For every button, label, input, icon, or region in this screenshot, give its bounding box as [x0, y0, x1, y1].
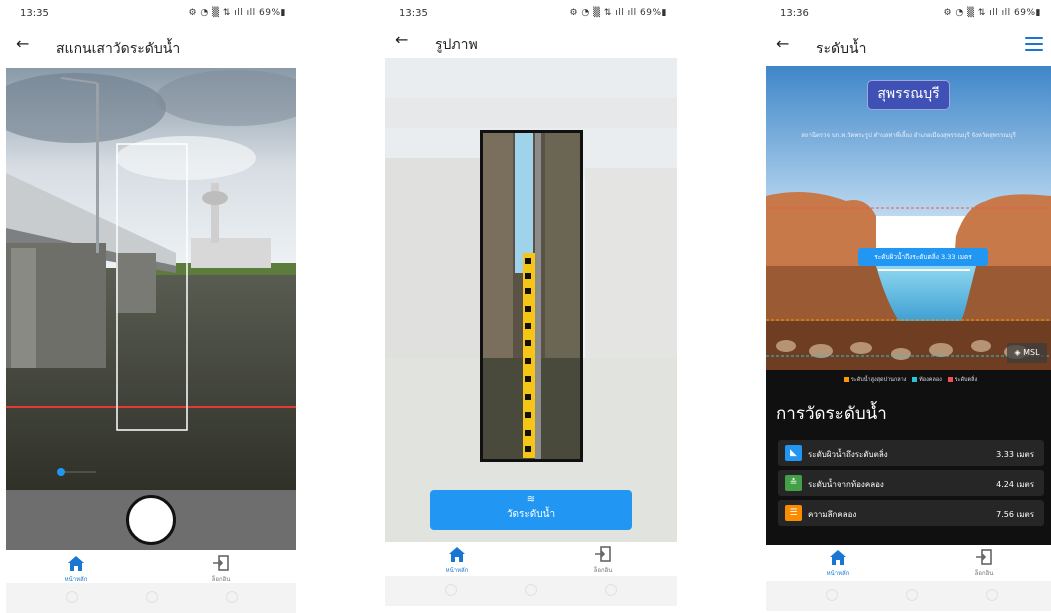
- slope-icon: ◣: [785, 445, 802, 461]
- legend-item: ระดับน้ำสูงสุดปานกลาง: [850, 377, 907, 383]
- photo-preview: [385, 58, 677, 542]
- nav-home[interactable]: หน้าหลัก: [46, 553, 106, 584]
- status-indicators: ⚙ ◔ ▒ ⇅ ıll ıll 69%▮: [569, 8, 667, 18]
- measurement-value: 4.24 เมตร: [996, 480, 1034, 489]
- login-icon: [191, 553, 251, 573]
- nav-login[interactable]: ล็อกอิน: [573, 544, 633, 575]
- measurement-label: ระดับผิวน้ำถึงระดับตลิ่ง: [808, 450, 888, 459]
- screen-scan-staff-gauge: 13:35 ⚙ ◔ ▒ ⇅ ıll ıll 69%▮ ← สแกนเสาวัดร…: [6, 0, 296, 613]
- bottom-nav: หน้าหลัก ล็อกอิน: [385, 542, 677, 578]
- screen-photo: 13:35 ⚙ ◔ ▒ ⇅ ıll ıll 69%▮ ← รูปภาพ ≋ วั…: [385, 0, 677, 613]
- status-indicators: ⚙ ◔ ▒ ⇅ ıll ıll 69%▮: [943, 8, 1041, 18]
- app-bar: ← ระดับน้ำ: [766, 30, 1051, 62]
- login-icon: [573, 544, 633, 564]
- bottom-nav: หน้าหลัก ล็อกอิน: [766, 545, 1051, 581]
- camera-preview[interactable]: [6, 68, 296, 490]
- msl-label: MSL: [1023, 348, 1040, 357]
- measurement-value: 3.33 เมตร: [996, 450, 1034, 459]
- arrow-left-icon[interactable]: ←: [395, 30, 408, 49]
- screen-water-level: 13:36 ⚙ ◔ ▒ ⇅ ıll ıll 69%▮ ← ระดับน้ำ สุ…: [766, 0, 1051, 613]
- measurement-value: 7.56 เมตร: [996, 510, 1034, 519]
- eye-icon: [605, 584, 617, 596]
- status-bar: 13:35 ⚙ ◔ ▒ ⇅ ıll ıll 69%▮: [6, 6, 296, 22]
- status-bar: 13:35 ⚙ ◔ ▒ ⇅ ıll ıll 69%▮: [385, 6, 677, 22]
- measurement-label: ความลึกคลอง: [808, 510, 857, 519]
- river-cross-section: สุพรรณบุรี สถานีตรวจ บก.ท.วัดพระรูป ตำบล…: [766, 66, 1051, 370]
- legend-swatch: [947, 377, 953, 382]
- nav-home[interactable]: หน้าหลัก: [427, 544, 487, 575]
- section-title: การวัดระดับน้ำ: [776, 404, 887, 424]
- status-indicators: ⚙ ◔ ▒ ⇅ ıll ıll 69%▮: [188, 8, 286, 18]
- system-nav-bar: [385, 576, 677, 606]
- nav-login[interactable]: ล็อกอิน: [954, 547, 1014, 578]
- water-level-tooltip: ระดับผิวน้ำถึงระดับตลิ่ง 3.33 เมตร: [858, 248, 988, 266]
- face-icon: [146, 591, 158, 603]
- system-nav-bar: [766, 581, 1051, 611]
- login-icon: [954, 547, 1014, 567]
- eye-icon: [66, 591, 78, 603]
- status-time: 13:35: [20, 8, 49, 19]
- eye-icon: [445, 584, 457, 596]
- home-icon: [46, 553, 106, 573]
- app-bar: ← สแกนเสาวัดระดับน้ำ: [6, 30, 296, 62]
- capture-bar: [6, 490, 296, 550]
- measure-water-level-button[interactable]: ≋ วัดระดับน้ำ: [430, 490, 632, 530]
- home-icon: [808, 547, 868, 567]
- nav-home-label: หน้าหลัก: [445, 567, 469, 574]
- eye-icon: [226, 591, 238, 603]
- water-level-icon: ≛: [785, 475, 802, 491]
- page-title: รูปภาพ: [435, 37, 478, 53]
- shutter-button[interactable]: [126, 495, 176, 545]
- nav-login-label: ล็อกอิน: [593, 567, 613, 574]
- arrow-left-icon[interactable]: ←: [776, 34, 789, 53]
- measurement-row: ☰ ความลึกคลอง 7.56 เมตร: [778, 500, 1044, 526]
- legend: ระดับน้ำสูงสุดปานกลาง ท้องคลอง ระดับตลิ่…: [766, 376, 1051, 384]
- waves-icon: ≋: [526, 494, 536, 505]
- measurement-row: ≛ ระดับน้ำจากท้องคลอง 4.24 เมตร: [778, 470, 1044, 496]
- status-bar: 13:36 ⚙ ◔ ▒ ⇅ ıll ıll 69%▮: [766, 6, 1051, 22]
- app-bar: ← รูปภาพ: [385, 26, 677, 58]
- nav-home-label: หน้าหลัก: [826, 570, 850, 577]
- measurement-label: ระดับน้ำจากท้องคลอง: [808, 480, 884, 489]
- legend-item: ระดับตลิ่ง: [954, 377, 978, 383]
- legend-swatch: [843, 377, 849, 382]
- measure-button-label: วัดระดับน้ำ: [506, 509, 556, 520]
- msl-toggle[interactable]: ◈ MSL: [1007, 343, 1047, 363]
- face-icon: [525, 584, 537, 596]
- system-nav-bar: [6, 583, 296, 613]
- eye-icon: [986, 589, 998, 601]
- station-name: สถานีตรวจ บก.ท.วัดพระรูป ตำบลท่าพี่เลี้ย…: [801, 132, 1016, 139]
- hamburger-menu-icon[interactable]: [1025, 37, 1043, 51]
- measurement-row: ◣ ระดับผิวน้ำถึงระดับตลิ่ง 3.33 เมตร: [778, 440, 1044, 466]
- bottom-nav: หน้าหลัก ล็อกอิน: [6, 551, 296, 587]
- depth-icon: ☰: [785, 505, 802, 521]
- nav-login[interactable]: ล็อกอิน: [191, 553, 251, 584]
- province-badge: สุพรรณบุรี: [867, 80, 950, 110]
- nav-home[interactable]: หน้าหลัก: [808, 547, 868, 578]
- eye-icon: [826, 589, 838, 601]
- legend-item: ท้องคลอง: [919, 377, 942, 383]
- nav-login-label: ล็อกอิน: [974, 570, 994, 577]
- page-title: สแกนเสาวัดระดับน้ำ: [56, 41, 181, 57]
- status-time: 13:35: [399, 8, 428, 19]
- layers-icon: ◈: [1014, 348, 1024, 357]
- legend-swatch: [912, 377, 918, 382]
- page-title: ระดับน้ำ: [816, 41, 867, 57]
- status-time: 13:36: [780, 8, 809, 19]
- face-icon: [906, 589, 918, 601]
- arrow-left-icon[interactable]: ←: [16, 34, 29, 53]
- home-icon: [427, 544, 487, 564]
- measurement-panel: ระดับน้ำสูงสุดปานกลาง ท้องคลอง ระดับตลิ่…: [766, 370, 1051, 545]
